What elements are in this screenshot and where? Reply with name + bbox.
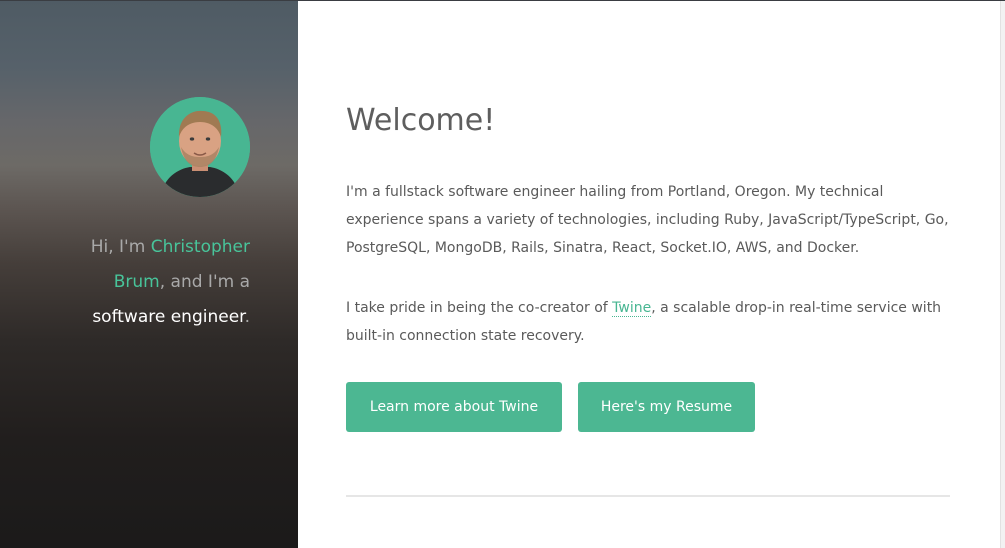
name-last: Brum <box>113 272 160 292</box>
twine-link[interactable]: Twine <box>612 300 652 317</box>
sidebar: Hi, I'm Christopher Brum, and I'm a softwa… <box>0 1 298 548</box>
page: Hi, I'm Christopher Brum, and I'm a softwa… <box>0 0 1005 548</box>
name-first: Christopher <box>150 237 250 257</box>
scrollbar[interactable] <box>1000 1 1005 548</box>
page-title: Welcome! <box>346 103 496 138</box>
resume-button[interactable]: Here's my Resume <box>578 382 755 432</box>
intro-middle: , and I'm a <box>159 272 250 292</box>
intro-paragraph: I'm a fullstack software engineer hailin… <box>346 184 949 256</box>
intro-text: Hi, I'm Christopher Brum, and I'm a softwa… <box>50 230 250 335</box>
intro-prefix: Hi, I'm <box>90 237 151 257</box>
twine-paragraph: I take pride in being the co-creator of … <box>346 294 950 350</box>
twine-paragraph-before: I take pride in being the co-creator of <box>346 300 613 316</box>
learn-more-twine-button[interactable]: Learn more about Twine <box>346 382 562 432</box>
avatar <box>150 97 250 197</box>
divider <box>346 495 950 497</box>
profile-photo-icon <box>150 97 250 197</box>
intro-end: . <box>244 307 250 327</box>
role-text: software engineer <box>92 307 245 327</box>
